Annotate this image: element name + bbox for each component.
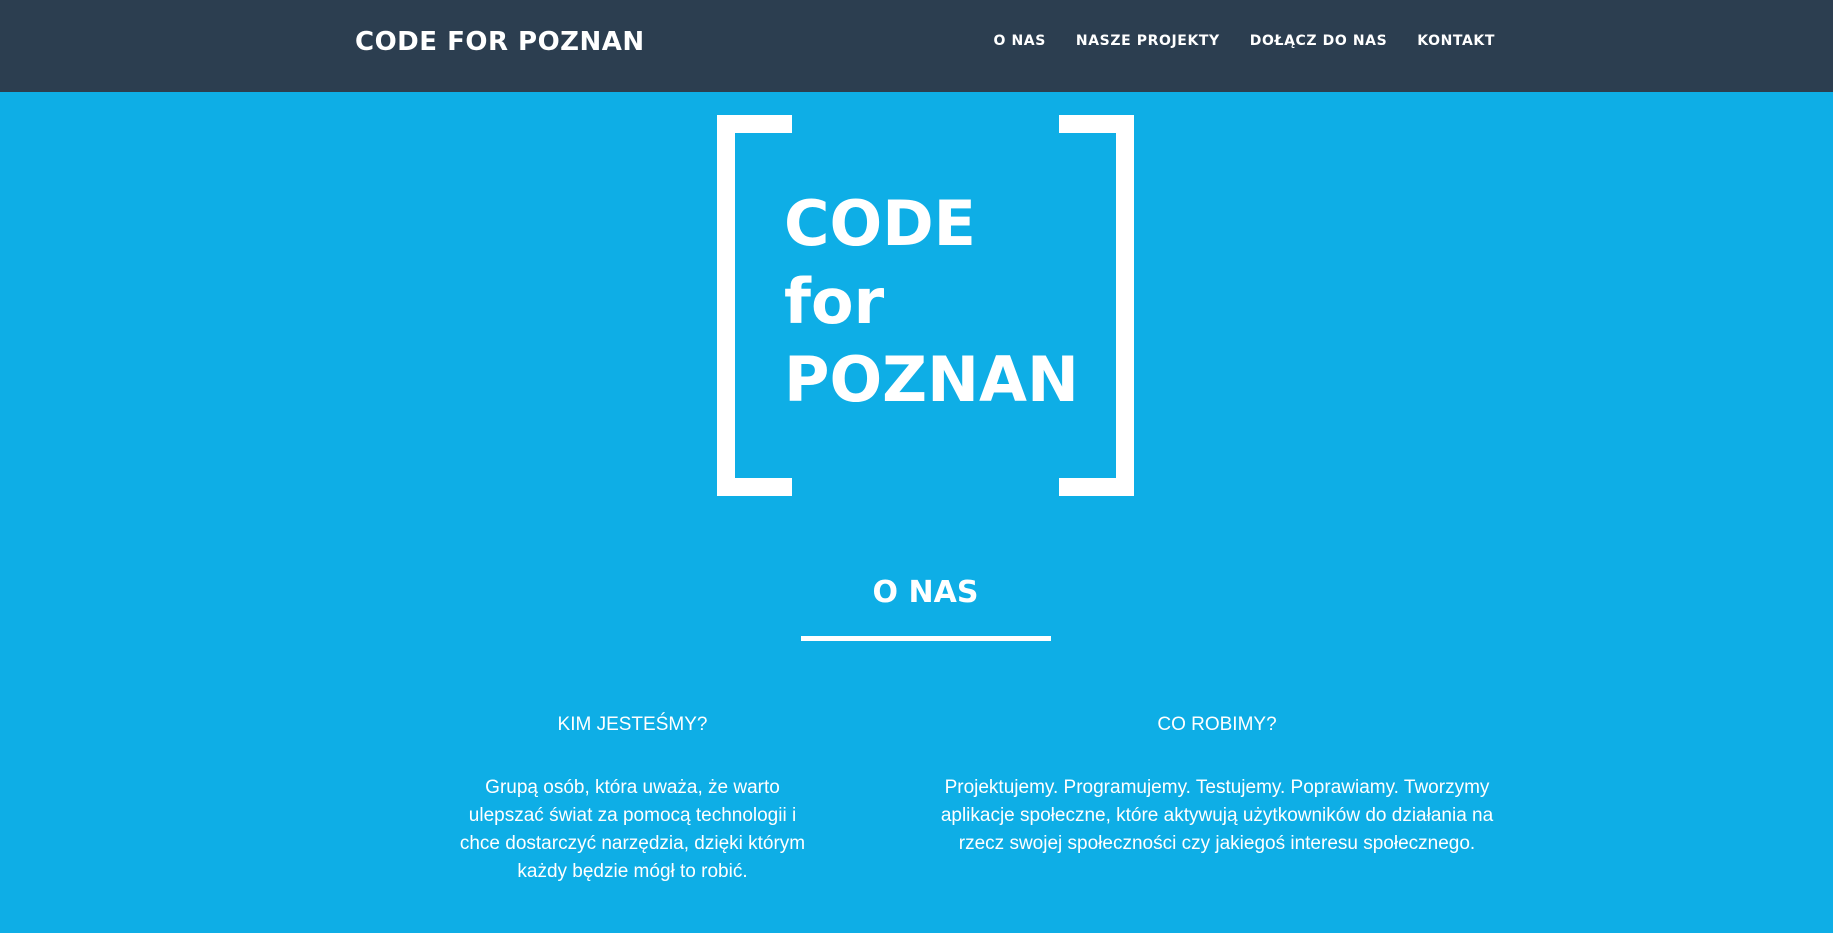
- what-text: Projektujemy. Programujemy. Testujemy. P…: [940, 777, 1494, 854]
- nav-link-dolacz-do-nas[interactable]: DOŁĄCZ DO NAS: [1250, 31, 1387, 51]
- brand-link[interactable]: CODE FOR POZNAN: [355, 25, 645, 59]
- nav-link-nasze-projekty[interactable]: NASZE PROJEKTY: [1076, 31, 1220, 51]
- logo-line-for: for: [784, 265, 885, 338]
- about-section-title: O NAS: [872, 575, 979, 610]
- what-heading: CO ROBIMY?: [1157, 714, 1277, 735]
- logo-line-poznan: POZNAN: [784, 343, 1079, 416]
- logo-wordmark: CODE for POZNAN: [784, 185, 1079, 419]
- about-column-what: CO ROBIMY? Projektujemy. Programujemy. T…: [937, 710, 1497, 858]
- nav-menu: O NAS NASZE PROJEKTY DOŁĄCZ DO NAS KONTA…: [963, 31, 1495, 51]
- who-heading: KIM JESTEŚMY?: [557, 714, 708, 735]
- hero-logo: CODE for POZNAN: [717, 115, 1134, 496]
- logo-line-code: CODE: [784, 187, 977, 260]
- who-text: Grupą osób, która uważa, że warto ulepsz…: [459, 777, 806, 882]
- section-divider: [801, 636, 1051, 641]
- nav-link-kontakt[interactable]: KONTAKT: [1417, 31, 1495, 51]
- top-navbar: CODE FOR POZNAN O NAS NASZE PROJEKTY DOŁ…: [0, 0, 1833, 92]
- logo-left-bracket: [717, 115, 792, 496]
- nav-link-o-nas[interactable]: O NAS: [993, 31, 1045, 51]
- about-column-who: KIM JESTEŚMY? Grupą osób, która uważa, ż…: [455, 710, 810, 886]
